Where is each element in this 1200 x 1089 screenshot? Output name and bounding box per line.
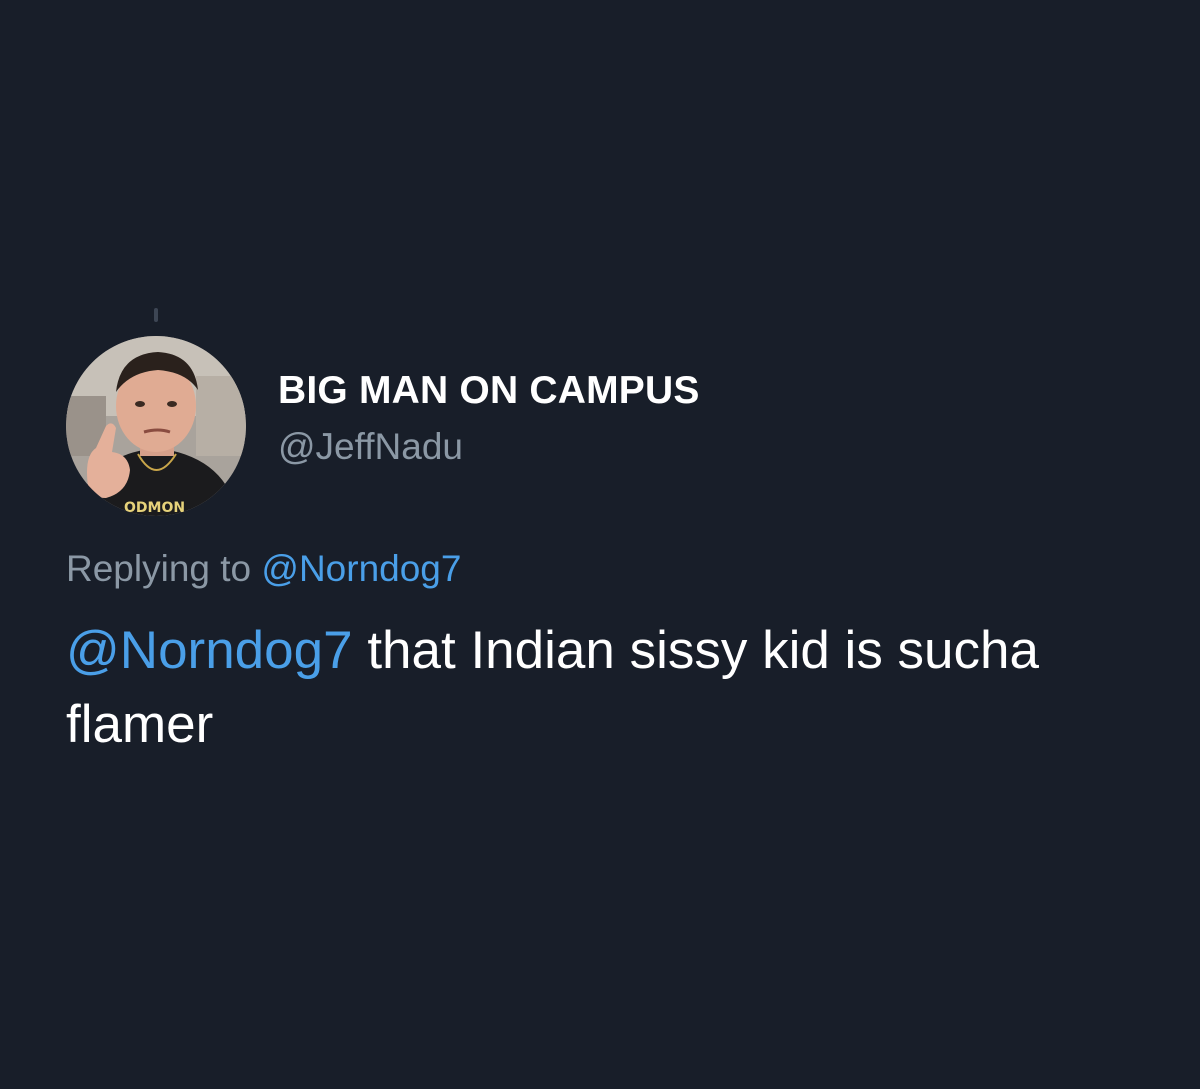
replying-to-mention-link[interactable]: @Norndog7 — [261, 548, 461, 589]
avatar-image: ODMON — [66, 336, 246, 516]
author-display-name[interactable]: BIG MAN ON CAMPUS — [278, 368, 700, 414]
avatar-shirt-text: ODMON — [124, 500, 185, 516]
thread-connector-line — [154, 308, 158, 322]
avatar[interactable]: ODMON — [66, 336, 246, 516]
tweet[interactable]: ODMON BIG MAN ON CAMPUS @JeffNadu Replyi… — [66, 336, 1176, 762]
tweet-header: ODMON BIG MAN ON CAMPUS @JeffNadu — [66, 336, 1176, 516]
author-handle[interactable]: @JeffNadu — [278, 424, 700, 470]
replying-to-label: Replying to — [66, 548, 252, 589]
tweet-screenshot: ODMON BIG MAN ON CAMPUS @JeffNadu Replyi… — [0, 0, 1200, 1089]
tweet-mention-link[interactable]: @Norndog7 — [66, 621, 353, 680]
author-block: BIG MAN ON CAMPUS @JeffNadu — [278, 368, 700, 470]
replying-to-line: Replying to @Norndog7 — [66, 546, 1176, 592]
tweet-text: @Norndog7 that Indian sissy kid is sucha… — [66, 614, 1176, 762]
